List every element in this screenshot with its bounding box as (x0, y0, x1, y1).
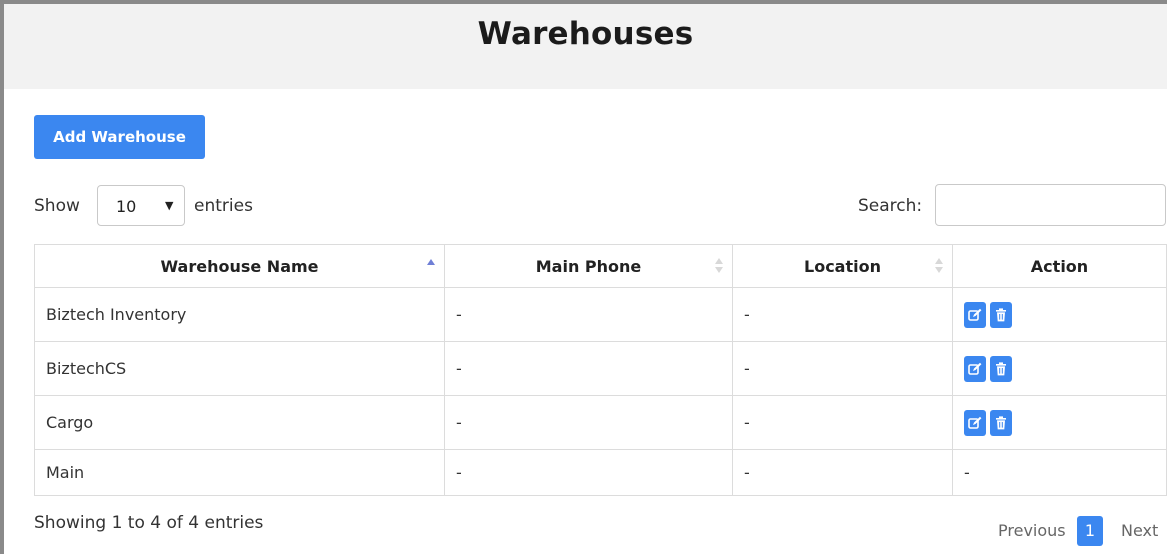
column-header-main-phone[interactable]: Main Phone (444, 244, 733, 288)
cell-warehouse-name: Main (34, 449, 445, 496)
search-input[interactable] (935, 184, 1166, 226)
column-header-label: Location (804, 256, 881, 276)
cell-warehouse-name: BiztechCS (34, 341, 445, 396)
cell-location: - (732, 287, 953, 342)
column-header-label: Action (1030, 256, 1089, 276)
page-title: Warehouses (477, 16, 694, 52)
cell-main-phone: - (444, 395, 733, 450)
previous-button[interactable]: Previous (998, 521, 1066, 540)
search-label: Search: (858, 196, 923, 216)
cell-warehouse-name: Cargo (34, 395, 445, 450)
sort-ascending-icon (427, 258, 435, 274)
page-button-1[interactable]: 1 (1077, 516, 1103, 546)
cell-main-phone: - (444, 449, 733, 496)
edit-button[interactable] (964, 355, 986, 382)
sort-icon (715, 258, 723, 274)
edit-icon (968, 416, 982, 429)
delete-button[interactable] (990, 355, 1012, 382)
column-header-label: Main Phone (535, 256, 642, 276)
delete-button[interactable] (990, 409, 1012, 436)
edit-icon (968, 308, 982, 321)
trash-icon (996, 361, 1006, 375)
trash-icon (996, 307, 1006, 321)
table-row: Biztech Inventory - - (34, 287, 1167, 342)
cell-location: - (732, 395, 953, 450)
trash-icon (996, 415, 1006, 429)
table-info: Showing 1 to 4 of 4 entries (34, 513, 264, 533)
column-header-action: Action (952, 244, 1167, 288)
column-header-location[interactable]: Location (732, 244, 953, 288)
show-label: Show (34, 196, 80, 216)
edit-button[interactable] (964, 301, 986, 328)
edit-button[interactable] (964, 409, 986, 436)
column-header-warehouse-name[interactable]: Warehouse Name (34, 244, 445, 288)
cell-main-phone: - (444, 341, 733, 396)
add-warehouse-button[interactable]: Add Warehouse (34, 115, 205, 159)
table-row: BiztechCS - - (34, 341, 1167, 396)
cell-location: - (732, 449, 953, 496)
cell-action (952, 341, 1167, 396)
column-header-label: Warehouse Name (160, 256, 319, 276)
cell-action (952, 287, 1167, 342)
entries-label: entries (194, 196, 253, 216)
cell-action (952, 395, 1167, 450)
warehouses-table: Warehouse Name Main Phone Location Actio… (34, 244, 1167, 496)
cell-main-phone: - (444, 287, 733, 342)
entries-length-value: 10 (116, 197, 137, 216)
sort-icon (935, 258, 943, 274)
cell-location: - (732, 341, 953, 396)
entries-length-select[interactable]: 10 ▼ (97, 185, 185, 226)
edit-icon (968, 362, 982, 375)
page-header: Warehouses (4, 4, 1167, 89)
table-row: Cargo - - (34, 395, 1167, 450)
table-row: Main - - - (34, 449, 1167, 496)
cell-warehouse-name: Biztech Inventory (34, 287, 445, 342)
delete-button[interactable] (990, 301, 1012, 328)
next-button[interactable]: Next (1121, 521, 1158, 540)
cell-action: - (952, 449, 1167, 496)
chevron-down-icon: ▼ (165, 199, 174, 212)
